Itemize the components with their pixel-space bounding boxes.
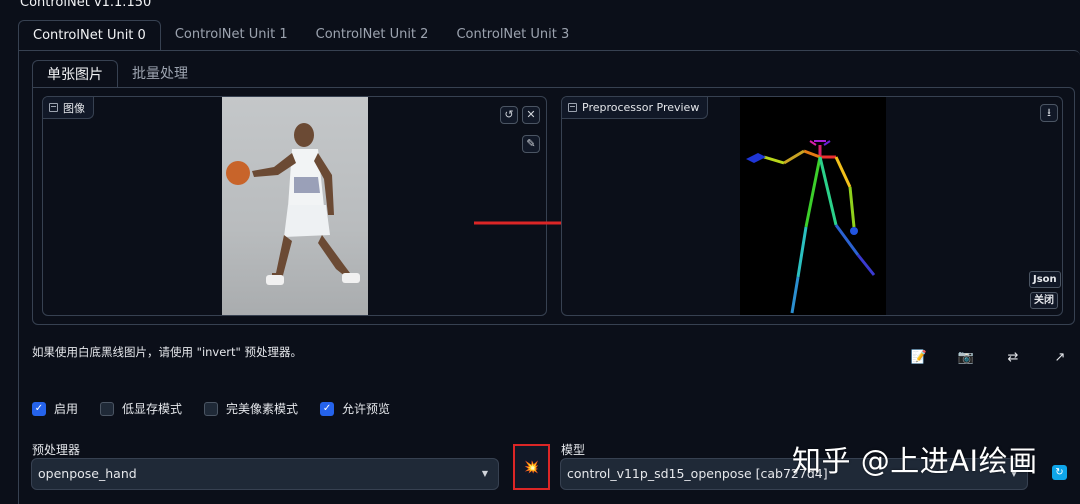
brush-button[interactable]: ✎	[522, 135, 540, 153]
download-button[interactable]: ⭳	[1040, 104, 1058, 122]
mode-tabs: 单张图片 批量处理	[32, 60, 202, 88]
tab-unit-0[interactable]: ControlNet Unit 0	[18, 20, 161, 50]
invert-hint: 如果使用白底黑线图片，请使用 "invert" 预处理器。	[32, 345, 302, 359]
image-icon	[49, 103, 58, 112]
swap-icon[interactable]: ⇄	[1004, 350, 1022, 365]
explosion-icon: 💥	[524, 460, 539, 474]
model-label: 模型	[561, 443, 586, 457]
download-icon: ⭳	[1047, 106, 1051, 119]
checkbox-box	[204, 401, 219, 416]
json-button[interactable]: Json	[1029, 271, 1061, 288]
run-preprocessor-button[interactable]: 💥	[513, 444, 550, 490]
input-image-label: 图像	[43, 97, 94, 119]
watermark: 知乎 @上进AI绘画	[792, 444, 1038, 478]
send-icon[interactable]: ↗	[1051, 350, 1069, 365]
options-row: ✓ 启用 低显存模式 完美像素模式 ✓ 允许预览	[32, 400, 412, 417]
checkmark-icon: ✓	[32, 401, 46, 416]
close-icon: ✕	[526, 108, 536, 121]
enable-checkbox[interactable]: ✓ 启用	[32, 400, 78, 417]
tab-batch[interactable]: 批量处理	[118, 60, 202, 88]
tab-unit-3[interactable]: ControlNet Unit 3	[442, 20, 583, 50]
refresh-icon: ↻	[1055, 467, 1064, 478]
pose-canvas	[740, 97, 886, 315]
clear-image-button[interactable]: ✕	[522, 106, 540, 124]
chevron-down-icon: ▼	[481, 469, 488, 478]
preprocessor-preview-box: Preprocessor Preview ⭳ Json 关闭	[561, 96, 1063, 316]
tab-single-image[interactable]: 单张图片	[32, 60, 118, 88]
unit-tabs: ControlNet Unit 0 ControlNet Unit 1 Cont…	[18, 20, 583, 50]
tab-unit-1[interactable]: ControlNet Unit 1	[161, 20, 302, 50]
input-photo	[222, 97, 368, 315]
preprocessor-select[interactable]: openpose_hand ▼	[31, 458, 499, 490]
undo-icon: ↺	[504, 108, 514, 121]
brush-icon: ✎	[526, 137, 536, 150]
tab-unit-2[interactable]: ControlNet Unit 2	[302, 20, 443, 50]
camera-icon[interactable]: 📷	[957, 350, 975, 365]
undo-button[interactable]: ↺	[500, 106, 518, 124]
app-title: ControlNet v1.1.150	[20, 0, 152, 10]
pixel-perfect-checkbox[interactable]: 完美像素模式	[204, 400, 298, 417]
openpose-skeleton	[746, 140, 876, 314]
refresh-models-button[interactable]: ↻	[1052, 465, 1067, 480]
checkmark-icon: ✓	[320, 401, 335, 416]
input-image-box[interactable]: 图像 ↺ ✕ ✎	[42, 96, 547, 316]
preview-label: Preprocessor Preview	[562, 97, 709, 119]
low-vram-checkbox[interactable]: 低显存模式	[100, 400, 182, 417]
preprocessor-label: 预处理器	[32, 443, 81, 457]
close-preview-button[interactable]: 关闭	[1030, 292, 1058, 309]
checkbox-box	[100, 401, 115, 416]
notes-icon[interactable]: 📝	[910, 350, 928, 365]
player-figure	[226, 123, 360, 285]
allow-preview-checkbox[interactable]: ✓ 允许预览	[320, 400, 390, 417]
image-icon	[568, 103, 577, 112]
